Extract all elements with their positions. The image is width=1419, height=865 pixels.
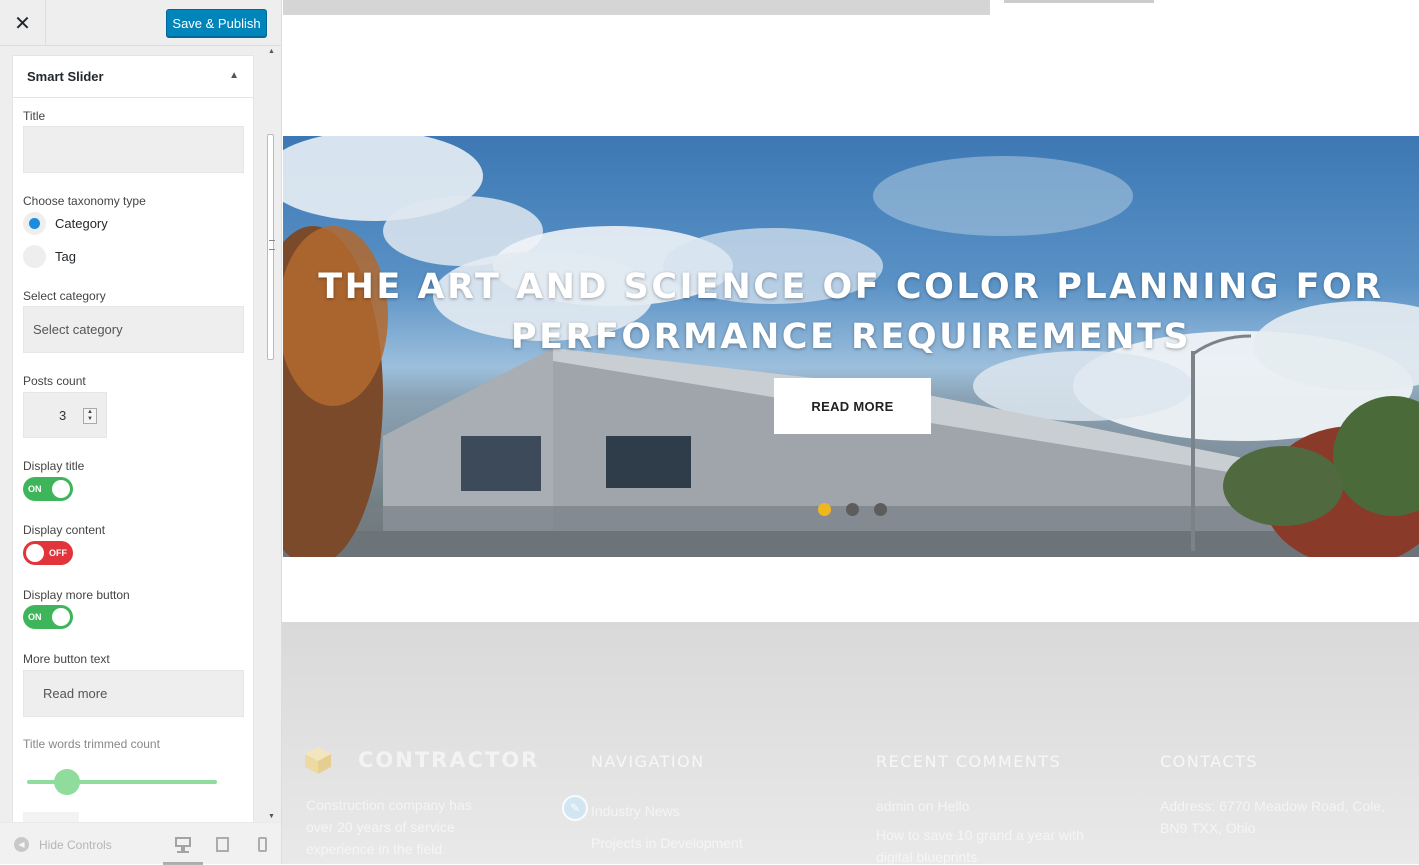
faded-field [23, 812, 79, 822]
posts-count-label: Posts count [23, 374, 86, 388]
display-title-toggle[interactable]: ON [23, 477, 73, 501]
footer-comments: admin on Hello How to save 10 grand a ye… [876, 795, 1084, 864]
contacts-heading: CONTACTS [1160, 752, 1259, 771]
customizer-footer: ◀ Hide Controls [0, 822, 281, 865]
category-select[interactable]: Select category [23, 306, 244, 353]
site-preview: THE ART AND SCIENCE OF COLOR PLANNING FO… [282, 0, 1419, 864]
tablet-icon[interactable] [214, 835, 234, 855]
footer-about-line: over 20 years of service [306, 819, 455, 835]
footer-contact-line: Address: 6770 Meadow Road, Cole, [1160, 798, 1385, 814]
toggle-knob [52, 480, 70, 498]
footer-comment-link[interactable]: How to save 10 grand a year with [876, 824, 1084, 846]
slider-dot-3[interactable] [874, 503, 887, 516]
title-input[interactable] [23, 126, 244, 173]
display-title-label: Display title [23, 459, 85, 473]
hide-controls-button[interactable]: ◀ Hide Controls [14, 837, 112, 852]
edit-pencil-icon[interactable]: ✎ [562, 795, 588, 821]
trim-count-label: Title words trimmed count [23, 737, 160, 751]
footer-about-line: Construction company has [306, 797, 472, 813]
site-footer: CONTRACTOR Construction company has over… [282, 622, 1419, 864]
footer-contact-line: BN9 TXX, Ohio [1160, 820, 1256, 836]
radio-tag[interactable]: Tag [23, 245, 76, 268]
caret-up-icon[interactable]: ▲ [229, 70, 239, 81]
hide-controls-label: Hide Controls [39, 837, 112, 852]
title-label: Title [23, 109, 46, 123]
radio-button[interactable] [23, 212, 46, 235]
footer-comment-meta[interactable]: admin on Hello [876, 795, 1084, 817]
more-text-input[interactable]: Read more [23, 670, 244, 717]
cube-logo-icon [304, 746, 332, 774]
scroll-down-icon[interactable]: ▼ [268, 813, 275, 820]
footer-nav: Industry News Projects in Development [591, 795, 743, 859]
radio-label: Tag [55, 249, 76, 264]
slider-handle[interactable] [54, 769, 80, 795]
toggle-knob [26, 544, 44, 562]
hero-title: THE ART AND SCIENCE OF COLOR PLANNING FO… [318, 267, 1384, 357]
nav-heading: NAVIGATION [591, 752, 705, 771]
read-more-button[interactable]: READ MORE [774, 378, 931, 434]
scroll-up-icon[interactable]: ▲ [268, 48, 275, 55]
customizer-header: ✕ Save & Publish [0, 0, 281, 46]
collapse-arrow-icon: ◀ [14, 837, 29, 852]
radio-label: Category [55, 216, 108, 231]
toggle-state: ON [28, 612, 42, 622]
footer-nav-item[interactable]: Projects in Development [591, 827, 743, 859]
comments-heading: RECENT COMMENTS [876, 752, 1062, 771]
radio-category[interactable]: Category [23, 212, 108, 235]
slider-dot-2[interactable] [846, 503, 859, 516]
close-button[interactable]: ✕ [0, 0, 46, 46]
toggle-state: ON [28, 484, 42, 494]
desktop-icon[interactable] [174, 835, 194, 855]
more-text-label: More button text [23, 652, 110, 666]
footer-logo[interactable]: CONTRACTOR [304, 746, 539, 774]
resize-grip-icon[interactable] [269, 240, 275, 250]
hero-slider: THE ART AND SCIENCE OF COLOR PLANNING FO… [283, 136, 1419, 557]
sidebar-scrollbar[interactable]: ▲ ▼ [266, 46, 276, 822]
footer-nav-item[interactable]: Industry News [591, 795, 743, 827]
footer-comment-link[interactable]: digital blueprints [876, 846, 1084, 864]
select-category-label: Select category [23, 289, 106, 303]
toggle-knob [52, 608, 70, 626]
save-publish-button[interactable]: Save & Publish [166, 9, 267, 37]
posts-count-value: 3 [59, 408, 67, 423]
customizer-sidebar: ✕ Save & Publish Smart Slider ▲ Title Ch… [0, 0, 282, 865]
widget-title: Smart Slider [27, 69, 104, 84]
previous-section-strip [283, 0, 990, 15]
mobile-icon[interactable] [254, 835, 274, 855]
previous-section-strip [1004, 0, 1154, 3]
posts-count-stepper[interactable]: 3 ▲ ▼ [23, 392, 107, 438]
radio-button[interactable] [23, 245, 46, 268]
display-content-toggle[interactable]: OFF [23, 541, 73, 565]
spinner-arrows-icon[interactable]: ▲ ▼ [83, 408, 97, 424]
footer-about: Construction company has over 20 years o… [306, 794, 472, 860]
display-content-label: Display content [23, 523, 106, 537]
footer-contacts: Address: 6770 Meadow Road, Cole, BN9 TXX… [1160, 795, 1385, 839]
toggle-state: OFF [49, 548, 67, 558]
slider-dot-1[interactable] [818, 503, 831, 516]
footer-about-line: experience in the field. [306, 841, 447, 857]
footer-brand: CONTRACTOR [358, 748, 540, 772]
display-more-label: Display more button [23, 588, 130, 602]
display-more-toggle[interactable]: ON [23, 605, 73, 629]
taxonomy-label: Choose taxonomy type [23, 194, 146, 208]
widget-header[interactable]: Smart Slider ▲ [13, 56, 253, 98]
